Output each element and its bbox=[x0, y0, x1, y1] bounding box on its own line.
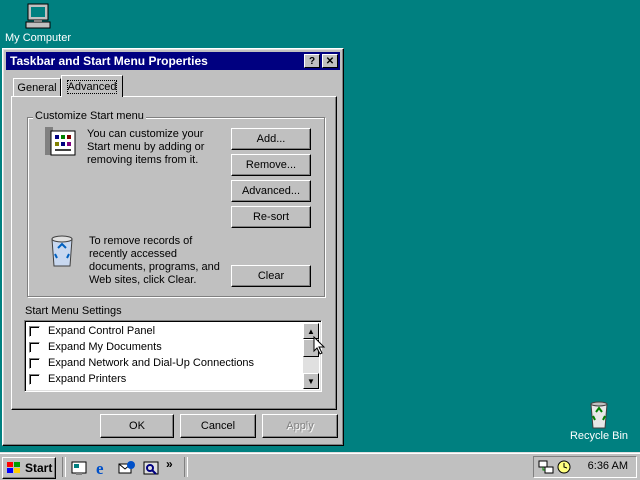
start-menu-icon bbox=[45, 127, 76, 156]
tab-advanced[interactable]: Advanced bbox=[61, 75, 123, 97]
start-label: Start bbox=[25, 461, 53, 475]
cancel-button[interactable]: Cancel bbox=[180, 414, 256, 438]
my-computer-icon bbox=[25, 3, 51, 29]
scroll-down-button[interactable]: ▼ bbox=[303, 373, 319, 389]
resort-button[interactable]: Re-sort bbox=[231, 206, 311, 228]
system-tray: 6:36 AM bbox=[533, 456, 637, 478]
list-item-label: Expand Network and Dial-Up Connections bbox=[48, 357, 255, 369]
my-computer-desktop-icon[interactable]: My Computer bbox=[4, 2, 72, 44]
list-item[interactable]: Expand Control Panel bbox=[29, 323, 155, 339]
clear-button-label: Clear bbox=[257, 270, 285, 282]
start-button[interactable]: Start bbox=[2, 457, 56, 479]
list-item-label: Expand Printers bbox=[48, 373, 127, 385]
resort-button-label: Re-sort bbox=[252, 211, 290, 223]
expand-printers-checkbox[interactable] bbox=[29, 373, 40, 385]
apply-button-label: Apply bbox=[286, 420, 314, 432]
expand-my-documents-checkbox[interactable] bbox=[29, 341, 40, 353]
my-computer-label: My Computer bbox=[4, 32, 72, 44]
help-icon: ? bbox=[308, 55, 316, 67]
cancel-button-label: Cancel bbox=[200, 420, 236, 432]
list-item[interactable]: Expand Printers bbox=[29, 371, 126, 387]
expand-control-panel-checkbox[interactable] bbox=[29, 325, 40, 337]
customize-description: You can customize your Start menu by add… bbox=[87, 128, 205, 166]
close-button[interactable]: ✕ bbox=[322, 54, 338, 68]
customize-group-label: Customize Start menu bbox=[33, 110, 146, 122]
internet-explorer-icon[interactable]: e bbox=[94, 459, 112, 478]
expand-network-checkbox[interactable] bbox=[29, 357, 40, 369]
dialog-titlebar[interactable]: Taskbar and Start Menu Properties ? ✕ bbox=[6, 52, 340, 70]
remove-button[interactable]: Remove... bbox=[231, 154, 311, 176]
channels-icon[interactable] bbox=[142, 459, 160, 477]
scroll-up-icon: ▲ bbox=[307, 326, 315, 336]
ok-button-label: OK bbox=[129, 420, 145, 432]
clock[interactable]: 6:36 AM bbox=[588, 460, 628, 472]
recycle-history-icon bbox=[51, 235, 73, 267]
list-item[interactable]: Expand Network and Dial-Up Connections bbox=[29, 355, 254, 371]
recycle-bin-desktop-icon[interactable]: Recycle Bin bbox=[566, 398, 632, 442]
advanced-button-label: Advanced... bbox=[241, 185, 301, 197]
add-button-label: Add... bbox=[256, 133, 286, 145]
network-tray-icon[interactable] bbox=[538, 459, 554, 475]
vertical-scrollbar[interactable]: ▲ ▼ bbox=[303, 323, 319, 389]
ok-button[interactable]: OK bbox=[100, 414, 174, 438]
recycle-bin-icon bbox=[590, 401, 608, 429]
clear-description: To remove records of recently accessed d… bbox=[89, 235, 220, 286]
tab-advanced-label: Advanced bbox=[66, 79, 118, 94]
tab-general[interactable]: General bbox=[13, 78, 61, 96]
scheduler-tray-icon[interactable] bbox=[556, 459, 572, 475]
apply-button[interactable]: Apply bbox=[262, 414, 338, 438]
mouse-cursor-icon bbox=[313, 336, 326, 355]
windows-logo-icon bbox=[7, 462, 20, 473]
taskbar: Start e » 6:36 AM bbox=[0, 452, 640, 480]
scroll-down-icon: ▼ bbox=[307, 376, 315, 386]
list-item-label: Expand Control Panel bbox=[48, 325, 156, 337]
taskbar-divider bbox=[62, 457, 66, 477]
add-button[interactable]: Add... bbox=[231, 128, 311, 150]
quick-launch-chevron[interactable]: » bbox=[166, 457, 173, 471]
outlook-express-icon[interactable] bbox=[118, 459, 136, 477]
start-menu-settings-label: Start Menu Settings bbox=[25, 305, 122, 317]
remove-button-label: Remove... bbox=[245, 159, 297, 171]
recycle-bin-label: Recycle Bin bbox=[569, 430, 629, 442]
show-desktop-icon[interactable] bbox=[70, 459, 88, 477]
help-button[interactable]: ? bbox=[304, 54, 320, 68]
list-item-label: Expand My Documents bbox=[48, 341, 162, 353]
close-icon: ✕ bbox=[325, 55, 335, 67]
clear-button[interactable]: Clear bbox=[231, 265, 311, 287]
start-menu-settings-list[interactable]: Expand Control Panel Expand My Documents… bbox=[24, 320, 322, 392]
dialog-title: Taskbar and Start Menu Properties bbox=[10, 54, 208, 68]
taskbar-divider bbox=[184, 457, 188, 477]
list-item[interactable]: Expand My Documents bbox=[29, 339, 162, 355]
svg-text:e: e bbox=[96, 459, 104, 477]
tab-general-label: General bbox=[17, 81, 57, 94]
advanced-button[interactable]: Advanced... bbox=[231, 180, 311, 202]
